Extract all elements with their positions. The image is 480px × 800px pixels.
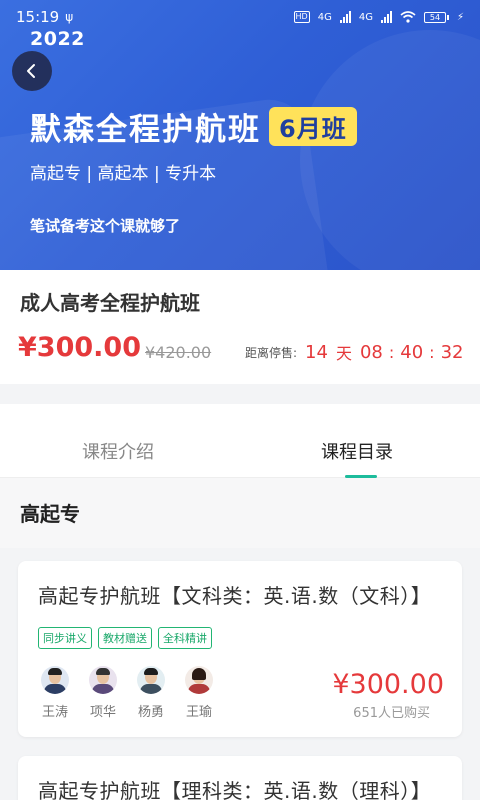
network-4g-label: 4G bbox=[317, 11, 332, 23]
course-tag: 教材赠送 bbox=[98, 627, 152, 649]
countdown-separator-2: : bbox=[429, 342, 435, 362]
course-card-price: ¥300.00 bbox=[332, 669, 444, 700]
course-tag: 全科精讲 bbox=[158, 627, 212, 649]
countdown-days-unit: 天 bbox=[335, 344, 352, 363]
hd-icon: HD bbox=[293, 11, 310, 23]
course-price: ¥300.00 bbox=[18, 332, 141, 363]
banner-title-text: 默森全程护航班 bbox=[30, 112, 261, 148]
course-title: 成人高考全程护航班 bbox=[20, 291, 200, 315]
banner-note: 笔试备考这个课就够了 bbox=[30, 217, 181, 235]
teacher-avatar bbox=[185, 666, 213, 694]
network-4g-label-2: 4G bbox=[358, 11, 373, 23]
section-title: 高起专 bbox=[20, 502, 80, 526]
signal-icon bbox=[339, 11, 351, 23]
banner-subtitle: 高起专 | 高起本 | 专升本 bbox=[30, 164, 217, 184]
charging-icon: ⚡ bbox=[456, 11, 464, 23]
course-info: 成人高考全程护航班 ¥300.00 ¥420.00 距离停售: 14 天 08 … bbox=[0, 270, 480, 384]
tab-course-intro[interactable]: 课程介绍 bbox=[82, 438, 154, 464]
course-original-price: ¥420.00 bbox=[145, 343, 212, 362]
chevron-left-icon bbox=[27, 64, 35, 78]
countdown-days: 14 bbox=[305, 341, 328, 363]
teacher-item: 王瑜 bbox=[182, 666, 216, 720]
course-tag: 同步讲义 bbox=[38, 627, 92, 649]
countdown-seconds: 32 bbox=[440, 341, 464, 363]
course-card[interactable]: 高起专护航班【理科类：英.语.数（理科）】 bbox=[18, 756, 462, 800]
teacher-name: 王瑜 bbox=[185, 705, 212, 720]
course-card-title: 高起专护航班【理科类：英.语.数（理科）】 bbox=[38, 779, 432, 800]
countdown-label: 距离停售: bbox=[245, 345, 298, 360]
usb-icon: ψ bbox=[65, 10, 74, 24]
banner-month-tag: 6月班 bbox=[269, 107, 357, 146]
wifi-icon bbox=[400, 11, 416, 23]
countdown-minutes: 40 bbox=[400, 341, 424, 363]
teacher-avatar bbox=[89, 666, 117, 694]
sale-countdown: 距离停售: 14 天 08 : 40 : 32 bbox=[245, 340, 463, 364]
tab-course-catalog[interactable]: 课程目录 bbox=[321, 438, 393, 464]
teacher-avatar bbox=[137, 666, 165, 694]
teacher-item: 项华 bbox=[86, 666, 120, 720]
countdown-hours: 08 bbox=[359, 341, 383, 363]
course-card[interactable]: 高起专护航班【文科类：英.语.数（文科）】 同步讲义 教材赠送 全科精讲 王涛 … bbox=[18, 561, 462, 737]
battery-icon: 54 bbox=[423, 11, 449, 23]
status-time: 15:19 bbox=[16, 8, 60, 26]
section-header: 高起专 bbox=[0, 478, 480, 548]
back-button[interactable] bbox=[12, 51, 52, 91]
teacher-item: 杨勇 bbox=[134, 666, 168, 720]
teacher-avatar bbox=[41, 666, 69, 694]
countdown-separator: : bbox=[388, 342, 395, 362]
course-tags: 同步讲义 教材赠送 全科精讲 bbox=[38, 627, 212, 649]
course-banner: 15:19 ψ HD 4G 4G 54 ⚡ 2022 默森全程护航班 6月班 高… bbox=[0, 0, 480, 270]
status-bar: 15:19 ψ HD 4G 4G 54 ⚡ bbox=[0, 0, 480, 34]
sold-count: 651人已购买 bbox=[353, 706, 430, 721]
course-card-title: 高起专护航班【文科类：英.语.数（文科）】 bbox=[38, 584, 432, 608]
teacher-item: 王涛 bbox=[38, 666, 72, 720]
signal-icon-2 bbox=[380, 11, 392, 23]
course-tabs: 课程介绍 课程目录 bbox=[0, 404, 480, 478]
teacher-name: 王涛 bbox=[41, 705, 68, 720]
banner-title: 默森全程护航班 6月班 bbox=[30, 104, 357, 149]
teacher-name: 杨勇 bbox=[137, 705, 164, 720]
teacher-list: 王涛 项华 杨勇 王瑜 bbox=[38, 666, 216, 720]
teacher-name: 项华 bbox=[89, 705, 116, 720]
